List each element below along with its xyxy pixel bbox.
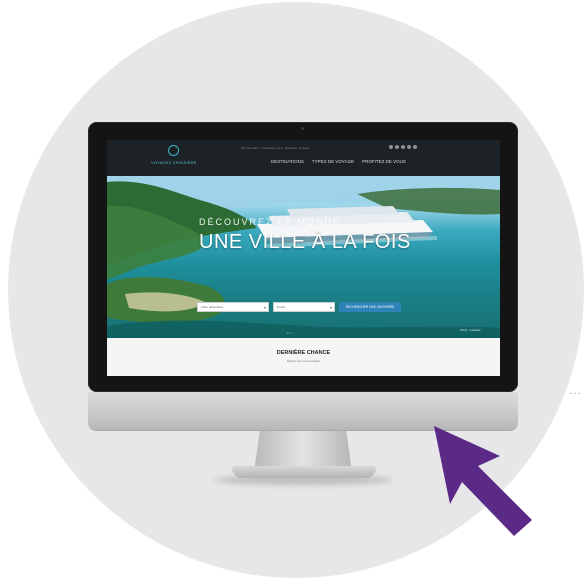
chevron-down-icon: ▾: [263, 305, 266, 310]
ellipsis-decoration: ···: [569, 388, 582, 399]
social-links: [389, 145, 417, 149]
hero-title: UNE VILLE À LA FOIS: [199, 231, 411, 253]
carousel-dots[interactable]: ● ○ ○: [287, 331, 294, 335]
cruise-search-bar: Votre destination ▾ Durée ▾ RECHERCHER U…: [197, 302, 401, 312]
arrow-cursor-icon: [434, 426, 532, 536]
social-icon[interactable]: [401, 145, 405, 149]
monitor-camera: [301, 127, 304, 130]
social-icon[interactable]: [407, 145, 411, 149]
site-header: VOYAGEZ CROISIÈRE Service client · Conta…: [107, 140, 500, 176]
duration-select[interactable]: Durée ▾: [273, 302, 335, 312]
monitor-stand-base: [232, 466, 376, 478]
logo-icon: [168, 145, 179, 156]
destination-select-value: Votre destination: [201, 305, 224, 309]
hero-subtitle: DÉCOUVREZ LE MONDE: [199, 217, 342, 227]
site-logo[interactable]: VOYAGEZ CROISIÈRE: [151, 145, 199, 171]
monitor-screen: VOYAGEZ CROISIÈRE Service client · Conta…: [107, 140, 500, 376]
main-nav: DESTINATIONS TYPES DE VOYAGE PROFITEZ DE…: [271, 159, 406, 164]
search-button[interactable]: RECHERCHER UNE CROISIÈRE: [339, 302, 401, 312]
hero-banner: DÉCOUVREZ LE MONDE UNE VILLE À LA FOIS V…: [107, 176, 500, 338]
nav-item-types-de-voyage[interactable]: TYPES DE VOYAGE: [312, 159, 354, 164]
hero-image: [107, 176, 500, 338]
chevron-down-icon: ▾: [329, 305, 332, 310]
social-icon[interactable]: [395, 145, 399, 149]
social-icon[interactable]: [413, 145, 417, 149]
logo-text: VOYAGEZ CROISIÈRE: [151, 160, 197, 165]
illustration-stage: ··· VOYAGEZ CROISIÈRE Service client · C…: [0, 0, 586, 588]
nav-item-destinations[interactable]: DESTINATIONS: [271, 159, 304, 164]
hero-photo-credit: Photo : Labadee: [460, 328, 481, 332]
duration-select-value: Durée: [277, 305, 286, 309]
social-icon[interactable]: [389, 145, 393, 149]
hero-deep-water: [107, 320, 500, 338]
topbar-text: Service client · Contactez-nous · Réserv…: [241, 146, 310, 150]
section-subtitle: Réglez à bord avantages: [286, 359, 321, 363]
section-title: DERNIÈRE CHANCE: [276, 350, 331, 356]
nav-item-profitez[interactable]: PROFITEZ DE VOUS: [362, 159, 406, 164]
destination-select[interactable]: Votre destination ▾: [197, 302, 269, 312]
content-section: DERNIÈRE CHANCE Réglez à bord avantages: [107, 338, 500, 376]
